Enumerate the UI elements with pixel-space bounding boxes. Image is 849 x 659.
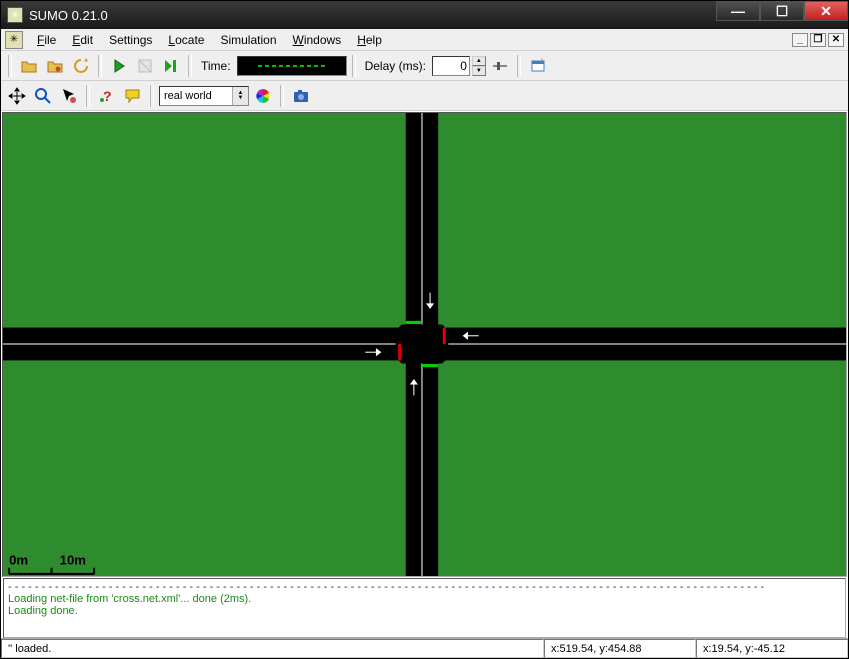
mdi-window-controls: _ ❐ ✕ (792, 33, 844, 47)
mdi-close-button[interactable]: ✕ (828, 33, 844, 47)
message-log[interactable]: - - - - - - - - - - - - - - - - - - - - … (3, 578, 846, 638)
time-display (237, 56, 347, 76)
menu-help[interactable]: Help (349, 31, 390, 49)
menu-simulation[interactable]: Simulation (212, 31, 284, 49)
simulation-viewport[interactable]: 0m 10m (2, 112, 847, 577)
reload-button[interactable] (69, 54, 93, 78)
network-canvas: 0m 10m (3, 113, 846, 576)
folder-config-icon (46, 57, 64, 75)
toolbar-view: ? real world ▲▼ (1, 81, 848, 111)
status-net-coords: x:519.54, y:454.88 (544, 639, 696, 658)
menu-file[interactable]: File (29, 31, 64, 49)
delay-slider-button[interactable] (488, 54, 512, 78)
mdi-minimize-button[interactable]: _ (792, 33, 808, 47)
new-view-button[interactable] (526, 54, 550, 78)
edit-viewport-button[interactable]: ? (95, 84, 119, 108)
magnifier-icon (34, 87, 52, 105)
time-label: Time: (197, 59, 235, 73)
folder-open-icon (20, 57, 38, 75)
step-button[interactable] (159, 54, 183, 78)
svg-text:?: ? (103, 88, 112, 104)
tooltip-button[interactable] (121, 84, 145, 108)
menu-windows[interactable]: Windows (285, 31, 350, 49)
menubar: ✳ File Edit Settings Locate Simulation W… (1, 29, 848, 51)
stop-icon (136, 57, 154, 75)
pointer-locate-icon (60, 87, 78, 105)
screenshot-button[interactable] (289, 84, 313, 108)
recenter-button[interactable] (5, 84, 29, 108)
status-geo-coords: x:19.54, y:-45.12 (696, 639, 848, 658)
reload-icon (72, 57, 90, 75)
statusbar: '' loaded. x:519.54, y:454.88 x:19.54, y… (1, 638, 848, 658)
svg-text:10m: 10m (60, 553, 86, 568)
camera-icon (292, 87, 310, 105)
svg-text:0m: 0m (9, 553, 28, 568)
log-line: Loading done. (8, 605, 841, 617)
delay-spinner[interactable]: ▲▼ (472, 56, 486, 76)
delay-label: Delay (ms): (361, 59, 430, 73)
locate-button[interactable] (57, 84, 81, 108)
move-icon (8, 87, 26, 105)
menu-settings[interactable]: Settings (101, 31, 160, 49)
titlebar: ✳ SUMO 0.21.0 — ☐ ✕ (1, 1, 848, 29)
menu-edit[interactable]: Edit (64, 31, 101, 49)
play-icon (110, 57, 128, 75)
play-button[interactable] (107, 54, 131, 78)
app-icon: ✳ (7, 7, 23, 23)
menu-locate[interactable]: Locate (160, 31, 212, 49)
log-separator: - - - - - - - - - - - - - - - - - - - - … (8, 581, 841, 593)
open-config-button[interactable] (43, 54, 67, 78)
delay-input[interactable] (432, 56, 470, 76)
window-title: SUMO 0.21.0 (29, 8, 716, 23)
maximize-button[interactable]: ☐ (760, 1, 804, 21)
mdi-restore-button[interactable]: ❐ (810, 33, 826, 47)
window-controls: — ☐ ✕ (716, 1, 848, 29)
open-network-button[interactable] (17, 54, 41, 78)
status-message: '' loaded. (1, 639, 544, 658)
app-icon-small[interactable]: ✳ (5, 31, 23, 49)
chevron-updown-icon: ▲▼ (232, 87, 248, 105)
step-icon (162, 57, 180, 75)
log-line: Loading net-file from 'cross.net.xml'...… (8, 593, 841, 605)
close-button[interactable]: ✕ (804, 1, 848, 21)
toolbar-simulation: Time: Delay (ms): ▲▼ (1, 51, 848, 81)
zoom-button[interactable] (31, 84, 55, 108)
minimize-button[interactable]: — (716, 1, 760, 21)
color-scheme-select[interactable]: real world ▲▼ (159, 86, 249, 106)
color-scheme-value: real world (164, 90, 212, 102)
new-view-icon (529, 57, 547, 75)
question-icon: ? (98, 87, 116, 105)
slider-icon (491, 57, 509, 75)
speech-bubble-icon (124, 87, 142, 105)
color-wheel-icon (254, 87, 272, 105)
pause-button[interactable] (133, 54, 157, 78)
color-settings-button[interactable] (251, 84, 275, 108)
